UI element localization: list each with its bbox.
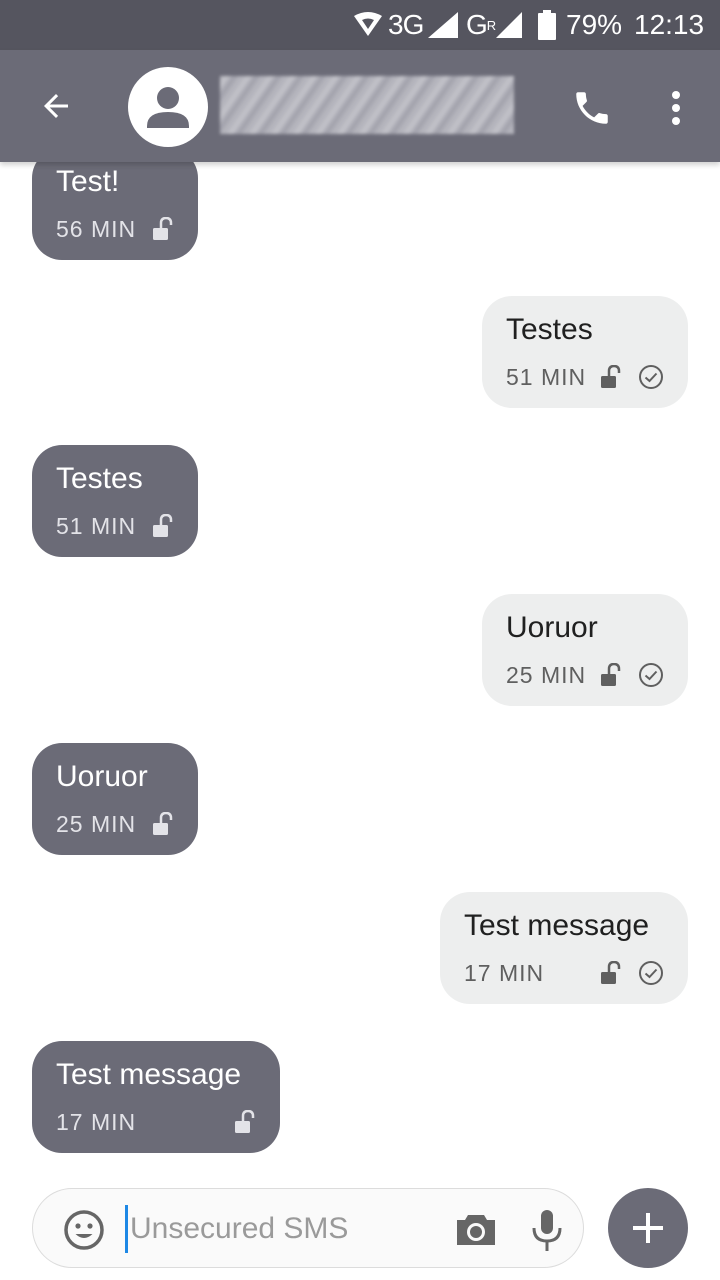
unlocked-icon [152,514,174,538]
outgoing-message[interactable]: Testes 51 MIN [482,296,688,408]
unlocked-icon [600,663,622,687]
incoming-message[interactable]: Uoruor 25 MIN [32,743,198,855]
incoming-message[interactable]: Test! 56 MIN [32,162,198,260]
message-time: 25 MIN [506,661,587,688]
network-type-label: 3G [388,9,424,40]
compose-bar [32,1188,584,1268]
mic-icon [532,1210,562,1251]
message-text: Test! [56,165,120,198]
unlocked-icon [600,961,622,985]
camera-icon [457,1215,495,1245]
delivered-check-icon [638,662,664,688]
delivered-check-icon [638,960,664,986]
camera-button[interactable] [453,1207,499,1253]
unlocked-icon [152,812,174,836]
back-button[interactable] [28,78,84,134]
signal-icon-2 [494,0,524,50]
wifi-icon [352,0,384,50]
message-text: Uoruor [56,760,148,793]
message-text: Testes [56,462,143,495]
app-bar [0,50,720,162]
emoji-icon [64,1210,104,1250]
message-text: Test message [56,1058,242,1091]
unlocked-icon [600,365,622,389]
call-button[interactable] [562,78,622,138]
message-text: Testes [506,313,593,346]
message-text: Test message [464,909,650,942]
message-text: Uoruor [506,611,598,644]
outgoing-message[interactable]: Uoruor 25 MIN [482,594,688,706]
outgoing-message[interactable]: Test message 17 MIN [440,892,688,1004]
message-time: 17 MIN [56,1108,137,1135]
plus-icon [633,1213,663,1243]
message-list[interactable]: Test! 56 MIN Testes 51 MIN Testes 51 MIN… [0,162,720,1172]
incoming-message[interactable]: Testes 51 MIN [32,445,198,557]
back-arrow-icon [44,94,68,118]
contact-name-redacted [220,76,514,134]
message-input[interactable] [125,1205,455,1253]
more-options-button[interactable] [650,78,702,138]
delivered-check-icon [638,364,664,390]
clock: 12:13 [634,9,705,40]
message-time: 51 MIN [506,363,587,390]
phone-icon [576,92,608,124]
signal-icon [426,0,460,50]
mic-button[interactable] [529,1207,565,1253]
unlocked-icon [152,217,174,241]
message-time: 17 MIN [464,959,545,986]
message-time: 56 MIN [56,215,137,242]
battery-icon [538,0,556,50]
status-bar: 3G GR 79% 12:13 [0,0,720,50]
emoji-button[interactable] [63,1209,105,1251]
more-vert-icon [672,91,680,125]
message-time: 51 MIN [56,512,137,539]
incoming-message[interactable]: Test message 17 MIN [32,1041,280,1153]
battery-percent: 79% [566,9,623,40]
network-type-label-2: GR [466,9,496,40]
attach-button[interactable] [608,1188,688,1268]
contact-avatar-icon [147,87,189,128]
contact-avatar[interactable] [128,67,208,147]
message-time: 25 MIN [56,810,137,837]
unlocked-icon [234,1110,256,1134]
